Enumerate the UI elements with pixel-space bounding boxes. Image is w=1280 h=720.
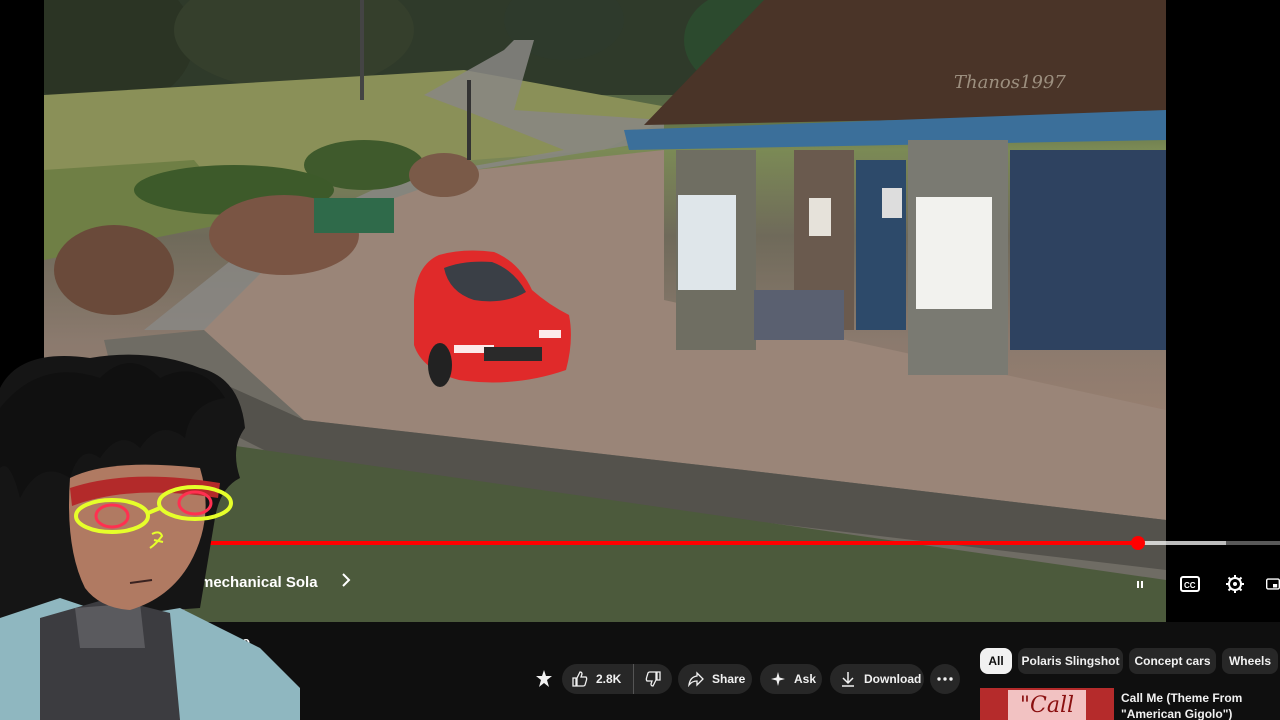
recommendation-thumbnail[interactable]: "Call [980, 688, 1114, 720]
like-count: 2.8K [596, 672, 622, 686]
chip-polaris-slingshot[interactable]: Polaris Slingshot [1018, 648, 1123, 674]
like-dislike-group: 2.8K [562, 664, 672, 694]
captions-icon[interactable]: CC [1178, 572, 1202, 596]
progress-bar[interactable] [190, 536, 1280, 550]
sparkle-badge-icon[interactable] [534, 664, 558, 694]
dislike-button[interactable] [634, 664, 672, 694]
download-button[interactable]: Download [830, 664, 924, 694]
ask-button[interactable]: Ask [760, 664, 822, 694]
chevron-right-icon[interactable] [340, 572, 352, 593]
chip-wheels[interactable]: Wheels [1222, 648, 1278, 674]
more-actions-button[interactable] [930, 664, 960, 694]
ask-label: Ask [794, 672, 817, 686]
sparkle-icon [771, 672, 785, 686]
player-right-letterbox [1166, 0, 1280, 622]
chip-concept-cars[interactable]: Concept cars [1129, 648, 1216, 674]
download-label: Download [864, 672, 922, 686]
svg-text:CC: CC [1184, 581, 1196, 590]
like-button[interactable]: 2.8K [562, 664, 634, 694]
progress-played [190, 541, 1139, 545]
thumbs-down-icon [645, 671, 661, 687]
watermark-text: Thanos1997 [954, 72, 1066, 93]
miniplayer-icon[interactable] [1266, 572, 1280, 596]
chip-all[interactable]: All [980, 648, 1012, 674]
pause-icon[interactable] [1128, 572, 1152, 596]
download-icon [842, 672, 854, 687]
share-label: Share [712, 672, 746, 686]
youtube-watch-page: Thanos1997 tromechanical Sola CC To See [0, 0, 1280, 720]
recommendation-title[interactable]: Call Me (Theme From "American Gigolo") [1121, 690, 1280, 720]
share-arrow-icon [688, 671, 704, 687]
share-button[interactable]: Share [678, 664, 752, 694]
more-horiz-icon [937, 677, 953, 681]
recommendation-thumb-text: "Call [1008, 690, 1086, 720]
thumbs-up-icon [572, 671, 588, 687]
streamer-avatar-overlay [0, 348, 300, 720]
settings-gear-icon[interactable] [1223, 572, 1247, 596]
